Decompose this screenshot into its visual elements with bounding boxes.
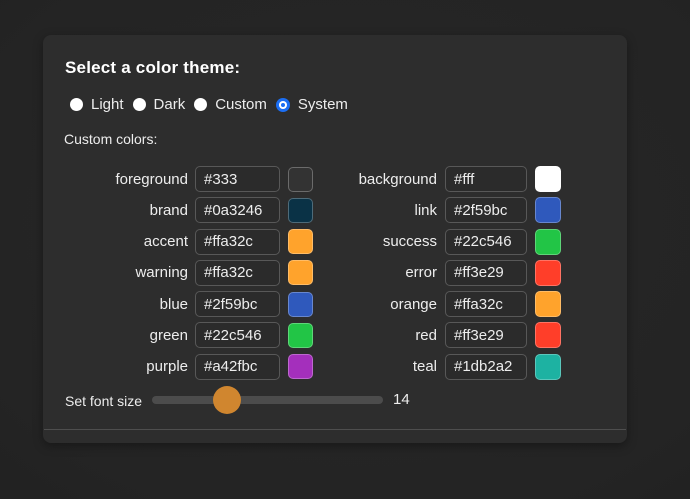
color-swatch-orange[interactable] bbox=[535, 291, 561, 317]
panel-divider bbox=[44, 429, 626, 430]
color-row-red: red bbox=[317, 322, 561, 348]
color-row-label: orange bbox=[317, 296, 437, 313]
color-swatch-blue[interactable] bbox=[288, 292, 313, 317]
color-value-input-purple[interactable] bbox=[195, 354, 280, 380]
color-row-green: green bbox=[58, 322, 313, 348]
theme-radio-system[interactable]: System bbox=[276, 96, 348, 113]
font-size-label: Set font size bbox=[65, 393, 142, 409]
color-value-input-background[interactable] bbox=[445, 166, 527, 192]
radio-icon[interactable] bbox=[194, 98, 207, 111]
color-row-teal: teal bbox=[317, 354, 561, 380]
color-row-orange: orange bbox=[317, 291, 561, 317]
font-size-slider-thumb[interactable] bbox=[213, 386, 241, 414]
color-row-accent: accent bbox=[58, 229, 313, 255]
font-size-slider-track[interactable] bbox=[152, 396, 383, 404]
theme-radio-group: Light Dark Custom System bbox=[70, 96, 348, 113]
color-swatch-link[interactable] bbox=[535, 197, 561, 223]
color-row-label: blue bbox=[58, 296, 188, 313]
color-row-label: green bbox=[58, 327, 188, 344]
color-row-link: link bbox=[317, 197, 561, 223]
theme-radio-custom[interactable]: Custom bbox=[194, 96, 267, 113]
color-value-input-warning[interactable] bbox=[195, 260, 280, 286]
theme-radio-dark[interactable]: Dark bbox=[133, 96, 186, 113]
color-value-input-red[interactable] bbox=[445, 322, 527, 348]
settings-panel: Select a color theme: Light Dark Custom Sys… bbox=[43, 35, 627, 443]
color-row-label: accent bbox=[58, 233, 188, 250]
color-swatch-success[interactable] bbox=[535, 229, 561, 255]
color-swatch-teal[interactable] bbox=[535, 354, 561, 380]
color-value-input-orange[interactable] bbox=[445, 291, 527, 317]
color-value-input-success[interactable] bbox=[445, 229, 527, 255]
color-row-foreground: foreground bbox=[58, 166, 313, 192]
color-swatch-background[interactable] bbox=[535, 166, 561, 192]
color-column-left: foreground brand accent warning blue green pur… bbox=[58, 166, 313, 380]
color-row-warning: warning bbox=[58, 260, 313, 286]
color-row-label: foreground bbox=[58, 171, 188, 188]
color-row-background: background bbox=[317, 166, 561, 192]
color-swatch-accent[interactable] bbox=[288, 229, 313, 254]
font-size-value: 14 bbox=[393, 391, 410, 408]
color-row-purple: purple bbox=[58, 354, 313, 380]
color-row-label: link bbox=[317, 202, 437, 219]
color-row-label: purple bbox=[58, 358, 188, 375]
color-row-label: teal bbox=[317, 358, 437, 375]
theme-radio-label: Dark bbox=[154, 96, 186, 113]
color-swatch-foreground[interactable] bbox=[288, 167, 313, 192]
color-row-label: red bbox=[317, 327, 437, 344]
color-value-input-green[interactable] bbox=[195, 322, 280, 348]
color-value-input-blue[interactable] bbox=[195, 291, 280, 317]
color-swatch-warning[interactable] bbox=[288, 260, 313, 285]
color-swatch-purple[interactable] bbox=[288, 354, 313, 379]
color-row-error: error bbox=[317, 260, 561, 286]
radio-icon[interactable] bbox=[70, 98, 83, 111]
theme-radio-label: System bbox=[298, 96, 348, 113]
color-value-input-brand[interactable] bbox=[195, 197, 280, 223]
panel-heading: Select a color theme: bbox=[65, 58, 240, 78]
custom-colors-label: Custom colors: bbox=[64, 131, 157, 147]
color-value-input-accent[interactable] bbox=[195, 229, 280, 255]
theme-radio-label: Custom bbox=[215, 96, 267, 113]
color-value-input-link[interactable] bbox=[445, 197, 527, 223]
theme-radio-light[interactable]: Light bbox=[70, 96, 124, 113]
color-row-success: success bbox=[317, 229, 561, 255]
color-row-label: brand bbox=[58, 202, 188, 219]
theme-radio-label: Light bbox=[91, 96, 124, 113]
color-swatch-green[interactable] bbox=[288, 323, 313, 348]
color-value-input-foreground[interactable] bbox=[195, 166, 280, 192]
color-row-label: success bbox=[317, 233, 437, 250]
color-row-label: background bbox=[317, 171, 437, 188]
color-row-label: warning bbox=[58, 264, 188, 281]
color-row-blue: blue bbox=[58, 291, 313, 317]
color-value-input-teal[interactable] bbox=[445, 354, 527, 380]
color-row-label: error bbox=[317, 264, 437, 281]
color-value-input-error[interactable] bbox=[445, 260, 527, 286]
color-swatch-error[interactable] bbox=[535, 260, 561, 286]
font-size-row: Set font size 14 bbox=[43, 386, 627, 414]
color-column-right: background link success error orange red teal bbox=[317, 166, 561, 380]
radio-selected-icon[interactable] bbox=[276, 98, 290, 112]
color-row-brand: brand bbox=[58, 197, 313, 223]
color-swatch-brand[interactable] bbox=[288, 198, 313, 223]
radio-icon[interactable] bbox=[133, 98, 146, 111]
color-swatch-red[interactable] bbox=[535, 322, 561, 348]
